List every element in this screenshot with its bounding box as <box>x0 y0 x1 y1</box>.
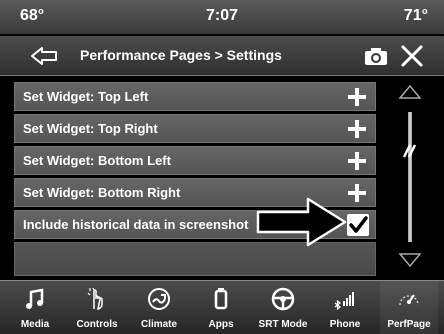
title-bar: Performance Pages > Settings <box>0 36 444 76</box>
row-label: Set Widget: Bottom Right <box>23 185 181 200</box>
camera-icon[interactable] <box>364 46 388 66</box>
music-note-icon <box>26 288 44 309</box>
nav-label: Controls <box>76 319 118 330</box>
scrollbar-thumb[interactable] <box>398 142 422 160</box>
nav-srt-mode[interactable]: SRT Mode <box>254 281 312 334</box>
scroll-up-icon[interactable] <box>398 84 422 100</box>
scrollbar-track[interactable] <box>408 112 412 242</box>
nav-controls[interactable]: Controls <box>68 281 126 334</box>
nav-label: Climate <box>140 319 178 330</box>
scroll-down-icon[interactable] <box>398 252 422 268</box>
hand-touch-icon <box>87 287 103 311</box>
nav-phone[interactable]: Phone <box>316 281 374 334</box>
plus-icon[interactable] <box>347 87 367 107</box>
row-label: Set Widget: Top Right <box>23 121 158 136</box>
climate-icon <box>148 288 170 310</box>
set-widget-bottom-left-row[interactable]: Set Widget: Bottom Left <box>14 146 376 175</box>
nav-label: Apps <box>208 319 234 330</box>
page-title: Performance Pages > Settings <box>80 47 282 63</box>
clock: 7:07 <box>205 7 239 24</box>
close-icon[interactable] <box>400 43 424 69</box>
plus-icon[interactable] <box>347 119 367 139</box>
row-label: Include historical data in screenshot <box>23 217 249 232</box>
back-arrow-icon[interactable] <box>30 44 58 68</box>
nav-climate[interactable]: Climate <box>130 281 188 334</box>
historical-data-checkbox[interactable] <box>347 214 369 236</box>
bottom-nav: Media Controls Climate Apps SRT Mode Pho… <box>0 280 444 334</box>
nav-label: SRT Mode <box>258 319 308 330</box>
nav-media[interactable]: Media <box>6 281 64 334</box>
row-label: Set Widget: Top Left <box>23 89 149 104</box>
apps-icon <box>214 288 228 310</box>
nav-label: Phone <box>329 319 361 330</box>
plus-icon[interactable] <box>347 183 367 203</box>
status-bar: 68° 7:07 71° <box>0 0 444 34</box>
performance-gauge-icon <box>399 294 419 306</box>
nav-label: Media <box>20 319 50 330</box>
cabin-temperature: 71° <box>403 7 428 24</box>
nav-label: PerfPage <box>387 319 431 330</box>
row-label: Set Widget: Bottom Left <box>23 153 171 168</box>
bluetooth-signal-icon <box>334 292 354 311</box>
pointer-arrow-icon <box>256 197 347 247</box>
set-widget-top-left-row[interactable]: Set Widget: Top Left <box>14 82 376 111</box>
nav-perfpage[interactable]: PerfPage <box>380 281 438 334</box>
steering-wheel-icon <box>271 287 295 311</box>
nav-apps[interactable]: Apps <box>192 281 250 334</box>
checkmark-icon <box>349 216 368 233</box>
plus-icon[interactable] <box>347 151 367 171</box>
set-widget-top-right-row[interactable]: Set Widget: Top Right <box>14 114 376 143</box>
